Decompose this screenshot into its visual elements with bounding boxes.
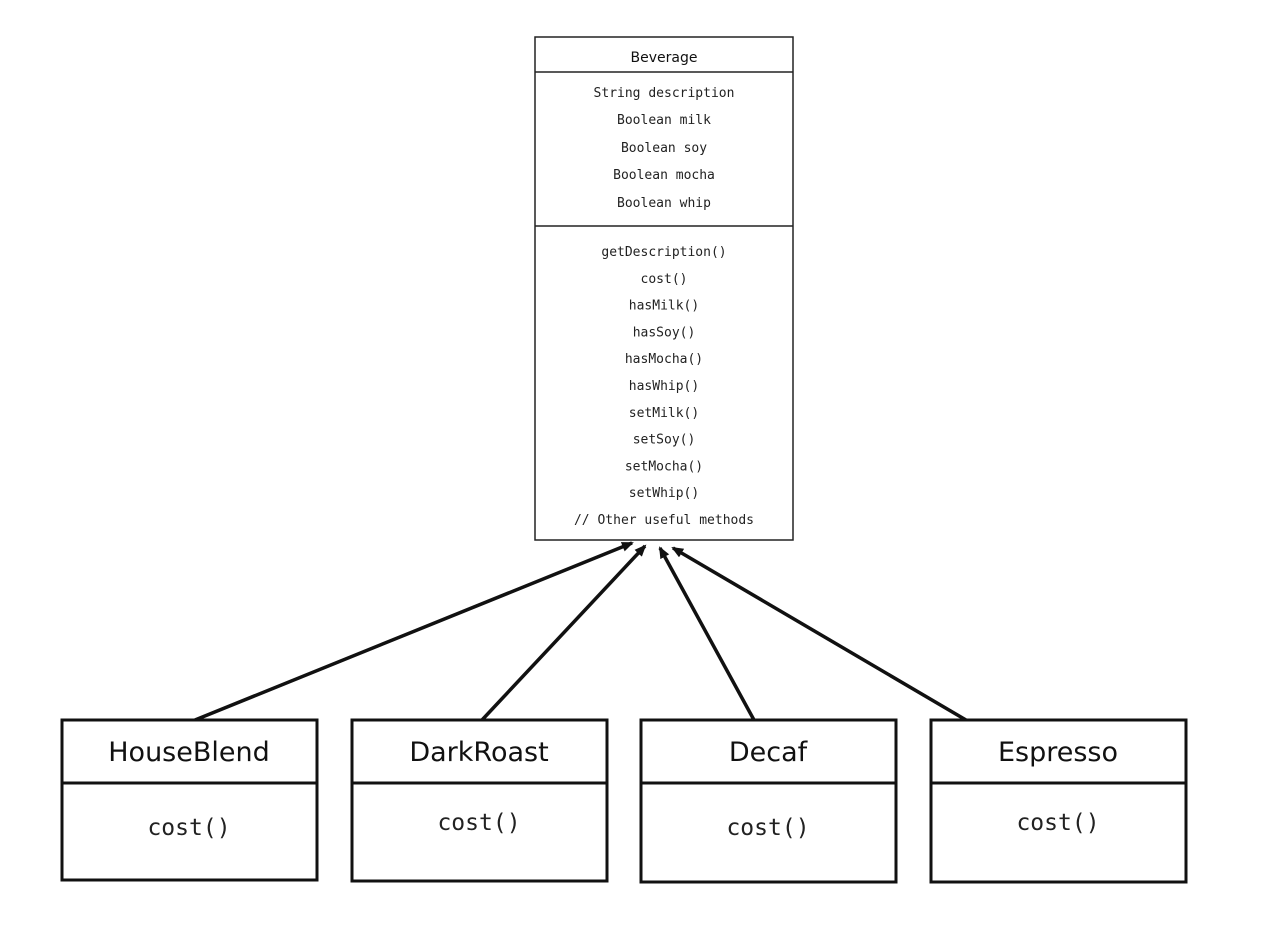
method: hasMocha() <box>625 352 703 367</box>
method: hasSoy() <box>633 325 696 340</box>
method: cost() <box>437 810 520 836</box>
method: setWhip() <box>629 486 699 501</box>
inheritance-arrow <box>658 546 756 721</box>
method: cost() <box>726 815 809 841</box>
inheritance-arrow <box>671 546 967 722</box>
method: setMilk() <box>629 406 699 421</box>
method: cost() <box>641 272 688 287</box>
subclass-decaf: Decaf cost() <box>639 718 898 884</box>
attribute: String description <box>594 86 735 101</box>
method: getDescription() <box>601 245 726 260</box>
class-name: HouseBlend <box>108 737 270 768</box>
method: cost() <box>1016 810 1099 836</box>
uml-class-diagram: Beverage String description Boolean milk B… <box>60 36 1188 884</box>
beverage-class: Beverage String description Boolean milk B… <box>534 36 794 541</box>
attribute: Boolean mocha <box>613 168 715 183</box>
subclass-darkroast: DarkRoast cost() <box>350 718 609 883</box>
method: hasMilk() <box>629 299 699 314</box>
subclass-houseblend: HouseBlend cost() <box>60 718 319 882</box>
attribute: Boolean whip <box>617 196 711 211</box>
subclass-espresso: Espresso cost() <box>929 718 1188 884</box>
class-name: Decaf <box>729 737 809 768</box>
method: setSoy() <box>633 433 696 448</box>
attribute: Boolean milk <box>617 113 711 128</box>
attribute: Boolean soy <box>621 141 707 156</box>
class-name: Espresso <box>998 737 1118 768</box>
class-name: DarkRoast <box>409 737 548 768</box>
inheritance-arrows <box>194 541 967 722</box>
method: hasWhip() <box>629 379 699 394</box>
class-name: Beverage <box>631 50 698 66</box>
method: setMocha() <box>625 459 703 474</box>
method: // Other useful methods <box>574 513 754 528</box>
method: cost() <box>147 815 230 841</box>
subclass-list: HouseBlend cost() DarkRoast cost() Decaf cost… <box>60 718 1188 884</box>
